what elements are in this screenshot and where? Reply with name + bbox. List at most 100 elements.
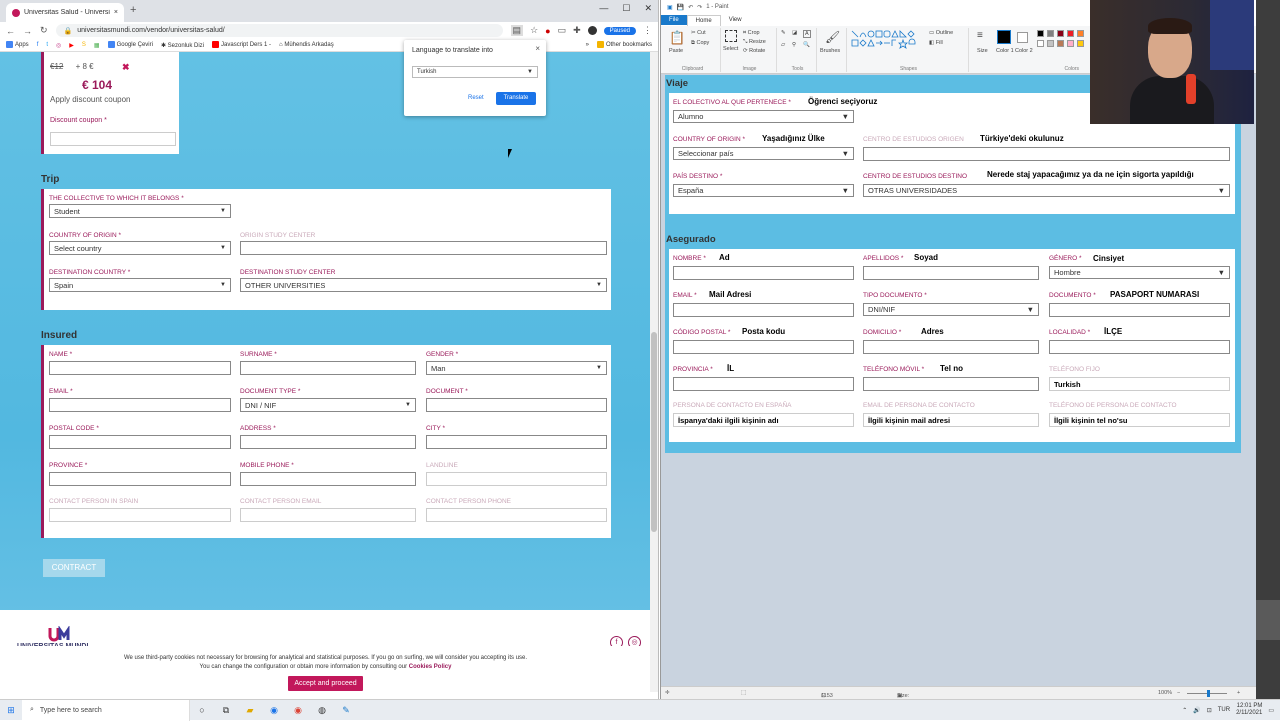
close-window-button[interactable]: ✕	[644, 3, 652, 14]
page-scrollbar[interactable]	[650, 52, 658, 692]
text-icon[interactable]: A	[803, 30, 811, 38]
zoom-slider-thumb[interactable]	[1207, 690, 1210, 697]
menu-icon[interactable]: ⋮	[643, 25, 652, 36]
cookie-policy-link[interactable]: Cookies Policy	[409, 664, 452, 670]
bookmark-sezonluk[interactable]: ✱ Sezonluk Dizi	[161, 42, 204, 49]
paused-badge[interactable]: Paused	[603, 26, 636, 35]
origin-center-input[interactable]	[240, 241, 607, 255]
color-swatch[interactable]	[1047, 40, 1054, 47]
color-picker-icon[interactable]: ⚲	[792, 42, 796, 48]
redo-icon[interactable]: ↷	[697, 4, 702, 11]
forward-icon[interactable]: →	[23, 26, 32, 36]
rotate-button[interactable]: ⟳ Rotate	[743, 48, 765, 54]
color-swatch[interactable]	[1047, 30, 1054, 37]
bookmark-javascript[interactable]: Javascript Ders 1 -	[212, 41, 271, 49]
volume-icon[interactable]: 🔊	[1193, 707, 1200, 714]
fill-icon[interactable]: ◪	[792, 30, 797, 36]
magnifier-icon[interactable]: 🔍	[803, 42, 810, 48]
contract-button[interactable]: CONTRACT	[43, 559, 105, 577]
province-input[interactable]	[49, 472, 231, 486]
document-input[interactable]	[426, 398, 607, 412]
color-swatch[interactable]	[1037, 30, 1044, 37]
color-swatch[interactable]	[1077, 30, 1084, 37]
close-icon[interactable]: ×	[535, 44, 540, 53]
dest-country-select[interactable]: Spain ▼	[49, 278, 231, 292]
back-icon[interactable]: ←	[6, 26, 15, 36]
cut-button[interactable]: ✂ Cut	[691, 30, 706, 36]
contact-email-input[interactable]	[240, 508, 416, 522]
outline-button[interactable]: ▭ Outline	[929, 30, 953, 36]
postal-input[interactable]	[49, 435, 231, 449]
view-tab[interactable]: View	[721, 15, 750, 25]
bookmark-s-icon[interactable]: S	[82, 42, 86, 48]
mobile-input[interactable]	[240, 472, 416, 486]
zoom-out-button[interactable]: −	[1177, 690, 1180, 696]
bookmark-youtube-icon[interactable]: ▶	[69, 42, 74, 49]
cortana-icon[interactable]: ○	[190, 705, 214, 715]
coupon-input[interactable]	[50, 132, 176, 146]
city-input[interactable]	[426, 435, 607, 449]
color-swatch[interactable]	[1037, 40, 1044, 47]
color-swatch[interactable]	[1077, 40, 1084, 47]
origin-country-select[interactable]: Select country ▼	[49, 241, 231, 255]
translate-icon[interactable]: ▤	[510, 25, 524, 36]
copy-button[interactable]: ⧉ Copy	[691, 40, 709, 47]
color-swatch[interactable]	[1067, 40, 1074, 47]
browser-tab[interactable]: Universitas Salud - Universitas M ×	[6, 3, 124, 22]
brush-icon[interactable]: 🖌	[825, 30, 840, 44]
file-menu[interactable]: File	[661, 15, 687, 25]
gender-select[interactable]: Man ▼	[426, 361, 607, 375]
star-icon[interactable]: ☆	[530, 25, 538, 36]
bookmark-instagram-icon[interactable]: ◎	[56, 42, 61, 49]
bookmark-twitter-icon[interactable]: t	[46, 42, 48, 48]
eraser-icon[interactable]: ▱	[781, 42, 785, 48]
new-tab-button[interactable]: +	[130, 4, 136, 16]
crop-button[interactable]: ⌗ Crop	[743, 30, 760, 37]
paint-icon[interactable]: ✎	[334, 705, 358, 716]
paint-canvas[interactable]: Viaje EL COLECTIVO AL QUE PERTENECE * Öğ…	[665, 75, 1241, 453]
close-tab-icon[interactable]: ×	[114, 9, 118, 16]
bookmark-google-translate[interactable]: Google Çeviri	[107, 41, 153, 49]
bookmark-grid-icon[interactable]: ▦	[94, 42, 100, 49]
color-swatch[interactable]	[1057, 30, 1064, 37]
collective-select[interactable]: Student ▼	[49, 204, 231, 218]
reload-icon[interactable]: ↻	[40, 25, 48, 36]
contact-spain-input[interactable]	[49, 508, 231, 522]
color-swatch[interactable]	[1057, 40, 1064, 47]
home-tab[interactable]: Home	[686, 14, 721, 26]
dest-center-select[interactable]: OTHER UNIVERSITIES ▼	[240, 278, 607, 292]
translate-button[interactable]: Translate	[496, 92, 536, 105]
profile-avatar[interactable]	[587, 26, 597, 35]
reset-button[interactable]: Reset	[468, 95, 484, 101]
remove-icon[interactable]: ✖	[122, 62, 130, 73]
address-input[interactable]	[240, 435, 416, 449]
color1-swatch[interactable]	[997, 30, 1011, 44]
clock[interactable]: 12:01 PM 2/11/2021	[1236, 703, 1262, 717]
scroll-thumb[interactable]	[651, 332, 657, 532]
select-icon[interactable]	[725, 30, 737, 42]
extension-icon[interactable]: ●	[545, 26, 550, 36]
taskbar-search[interactable]: ⌕ Type here to search	[22, 699, 190, 721]
resize-button[interactable]: ⤡ Resize	[743, 39, 766, 46]
pencil-icon[interactable]: ✎	[781, 30, 786, 36]
bookmarks-overflow-icon[interactable]: »	[586, 42, 589, 48]
puzzle-icon[interactable]: ✚	[573, 25, 581, 36]
chrome-icon[interactable]: ◉	[286, 705, 310, 716]
bookmark-apps[interactable]: Apps	[6, 41, 29, 49]
fill-button[interactable]: ◧ Fill	[929, 40, 943, 46]
doc-type-select[interactable]: DNI / NIF ▼	[240, 398, 416, 412]
language-select[interactable]: Turkish ▼	[412, 66, 538, 78]
bookmark-muhendis[interactable]: ⌂ Mühendis Arkadaş	[279, 42, 334, 48]
tray-overflow-icon[interactable]: ⌃	[1182, 707, 1187, 714]
paste-icon[interactable]: 📋	[669, 30, 685, 46]
email-input[interactable]	[49, 398, 231, 412]
bookmark-facebook-icon[interactable]: f	[37, 42, 39, 48]
size-icon[interactable]: ≡	[977, 30, 983, 41]
extension-icon[interactable]: ▭	[558, 25, 567, 36]
save-icon[interactable]: 💾	[677, 4, 684, 11]
accept-cookies-button[interactable]: Accept and proceed	[288, 676, 363, 691]
notifications-icon[interactable]: ▭	[1268, 707, 1274, 714]
name-input[interactable]	[49, 361, 231, 375]
contact-phone-input[interactable]	[426, 508, 607, 522]
minimize-button[interactable]: —	[599, 3, 608, 14]
